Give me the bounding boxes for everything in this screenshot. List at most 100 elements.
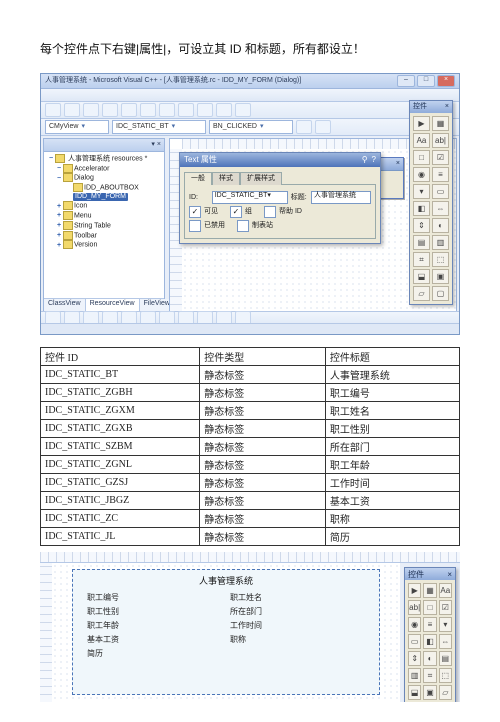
tree-item[interactable]: +Version [47, 240, 161, 250]
tool-icon[interactable]: ◉ [413, 167, 430, 182]
tool-icon[interactable]: ◧ [423, 634, 436, 649]
maximize-button[interactable]: □ [417, 75, 435, 87]
tool-icon[interactable]: ⌗ [423, 668, 436, 683]
tool-icon[interactable]: ◐ [432, 218, 449, 233]
tool-icon[interactable]: □ [423, 600, 436, 615]
tool-icon[interactable]: ▦ [432, 116, 449, 131]
tree-root-label[interactable]: 人事管理系统 resources * [68, 155, 147, 162]
tool-icon[interactable]: ▱ [413, 286, 430, 301]
tool-icon[interactable]: ▭ [432, 184, 449, 199]
tool-icon[interactable]: ⬚ [439, 668, 452, 683]
static-label[interactable]: 简历 [87, 648, 222, 662]
tool-icon[interactable]: ◧ [413, 201, 430, 216]
props-tab-general[interactable]: 一般 [184, 172, 212, 185]
toolbar-button[interactable] [235, 103, 251, 117]
toolbar-button[interactable] [140, 103, 156, 117]
tool-icon[interactable]: ▤ [413, 235, 430, 250]
prop-id-combo[interactable]: IDC_STATIC_BT▾ [212, 191, 288, 204]
tool-icon[interactable]: ab| [408, 600, 421, 615]
static-label[interactable]: 职工姓名 [230, 592, 365, 606]
tool-icon[interactable]: ⬓ [408, 685, 421, 700]
tool-icon[interactable]: ▥ [432, 235, 449, 250]
static-label[interactable] [230, 648, 365, 662]
class-combo[interactable]: CMyView▾ [45, 120, 109, 134]
tool-icon[interactable]: ▭ [408, 634, 421, 649]
toolbar-button[interactable] [159, 103, 175, 117]
toolbar-button[interactable] [121, 103, 137, 117]
tree-item[interactable]: +Icon [47, 201, 161, 211]
toolbox-close-icon[interactable]: × [445, 103, 449, 111]
tool-icon[interactable]: ▢ [432, 286, 449, 301]
controls-toolbox[interactable]: 控件 × ▶▦Aaab|□☑◉≡▾▭◧⇔⇕◐▤▥⌗⬚⬓▣▱▢⬔⬕ [404, 567, 456, 702]
tree-item[interactable]: IDD_MY_FORM [47, 193, 161, 201]
tool-icon[interactable]: ⬚ [432, 252, 449, 267]
tool-icon[interactable]: ⇕ [408, 651, 421, 666]
tool-icon[interactable]: ▾ [439, 617, 452, 632]
chk-helpid[interactable] [264, 206, 276, 218]
chk-disabled[interactable] [189, 220, 201, 232]
tool-icon[interactable]: ⌗ [413, 252, 430, 267]
static-label[interactable]: 职工性别 [87, 606, 222, 620]
tool-icon[interactable]: ▣ [432, 269, 449, 284]
tool-icon[interactable]: ◉ [408, 617, 421, 632]
props-tab-styles[interactable]: 样式 [212, 172, 240, 185]
tool-icon[interactable]: ≡ [432, 167, 449, 182]
tree-item[interactable]: +Toolbar [47, 231, 161, 241]
resource-tree[interactable]: − 人事管理系统 resources * −Accelerator−Dialog… [44, 152, 164, 298]
tool-icon[interactable]: ▶ [413, 116, 430, 131]
tool-icon[interactable]: ▶ [408, 583, 421, 598]
chk-visible[interactable]: ✓ [189, 206, 201, 218]
design-canvas[interactable]: 人事管理系统 职工编号职工姓名职工性别所在部门职工年龄工作时间基本工资职称简历 [52, 563, 400, 702]
minimize-button[interactable]: – [397, 75, 415, 87]
tool-icon[interactable]: ▥ [408, 668, 421, 683]
toolbar-button[interactable] [83, 103, 99, 117]
toolbar-row-2[interactable]: CMyView▾ IDC_STATIC_BT▾ BN_CLICKED▾ [41, 119, 459, 136]
chk-group[interactable]: ✓ [230, 206, 242, 218]
menubar[interactable] [41, 89, 459, 102]
dialog-form[interactable]: 人事管理系统 职工编号职工姓名职工性别所在部门职工年龄工作时间基本工资职称简历 [72, 569, 380, 695]
tool-icon[interactable]: ≡ [423, 617, 436, 632]
tool-icon[interactable]: ▣ [423, 685, 436, 700]
tool-icon[interactable]: ☑ [439, 600, 452, 615]
toolbar-row-1[interactable] [41, 102, 459, 119]
static-label[interactable]: 职称 [230, 634, 365, 648]
tool-icon[interactable]: ⬓ [413, 269, 430, 284]
pin-icon[interactable]: ⚲ [362, 155, 368, 165]
toolbar-button[interactable] [64, 103, 80, 117]
tool-icon[interactable]: ⇔ [439, 634, 452, 649]
controls-toolbox[interactable]: 控件 × ▶▦Aaab|□☑◉≡▾▭◧⇔⇕◐▤▥⌗⬚⬓▣▱▢ [409, 100, 453, 305]
tree-item[interactable]: IDD_ABOUTBOX [47, 183, 161, 193]
toolbar-button[interactable] [178, 103, 194, 117]
toolbar-button[interactable] [102, 103, 118, 117]
tool-icon[interactable]: ▦ [423, 583, 436, 598]
static-label[interactable]: 工作时间 [230, 620, 365, 634]
static-label[interactable]: 职工年龄 [87, 620, 222, 634]
tool-icon[interactable]: ab| [432, 133, 449, 148]
tool-icon[interactable]: ▾ [413, 184, 430, 199]
prop-caption-input[interactable]: 人事管理系统 [311, 191, 371, 204]
props-tab-extstyles[interactable]: 扩展样式 [240, 172, 282, 185]
toolbox-close-icon[interactable]: × [447, 570, 452, 579]
tree-item[interactable]: +Menu [47, 211, 161, 221]
toolbar-button[interactable] [216, 103, 232, 117]
tree-item[interactable]: −Accelerator [47, 164, 161, 174]
message-combo[interactable]: BN_CLICKED▾ [209, 120, 293, 134]
toolbar-button[interactable] [197, 103, 213, 117]
toolbar-button[interactable] [296, 120, 312, 134]
tool-icon[interactable]: ⇕ [413, 218, 430, 233]
tool-icon[interactable]: ◐ [423, 651, 436, 666]
help-icon[interactable]: ? [372, 155, 376, 165]
id-combo[interactable]: IDC_STATIC_BT▾ [112, 120, 206, 134]
toolbar-button[interactable] [315, 120, 331, 134]
tool-icon[interactable]: ▱ [439, 685, 452, 700]
toolbar-button[interactable] [45, 103, 61, 117]
close-button[interactable]: × [437, 75, 455, 87]
static-label[interactable]: 所在部门 [230, 606, 365, 620]
tool-icon[interactable]: ⇔ [432, 201, 449, 216]
tool-icon[interactable]: ☑ [432, 150, 449, 165]
tool-icon[interactable]: Aa [413, 133, 430, 148]
static-label[interactable]: 职工编号 [87, 592, 222, 606]
tool-icon[interactable]: Aa [439, 583, 452, 598]
tree-item[interactable]: −Dialog [47, 173, 161, 183]
text-properties-dialog[interactable]: Text 属性 ⚲ ? 一般 样式 扩展样式 ID: IDC_STATIC_BT… [179, 152, 381, 244]
